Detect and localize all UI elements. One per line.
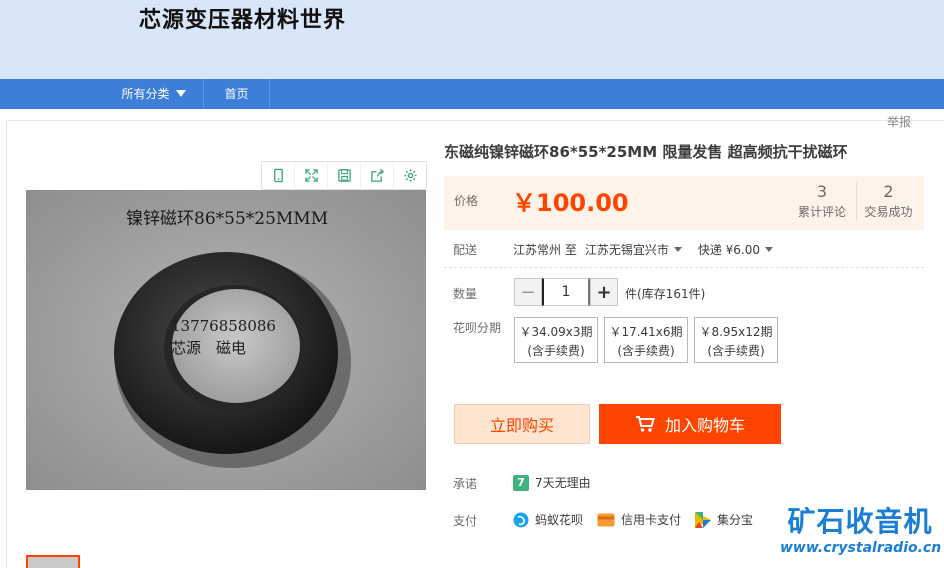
sold-stat[interactable]: 2 交易成功 bbox=[856, 182, 920, 220]
buy-now-button[interactable]: 立即购买 bbox=[454, 404, 590, 444]
add-to-cart-button[interactable]: 加入购物车 bbox=[599, 404, 781, 444]
site-watermark: 矿石收音机 www.crystalradio.cn bbox=[780, 505, 942, 558]
installment-price: ￥34.09x3期 bbox=[519, 325, 593, 339]
installment-price: ￥17.41x6期 bbox=[609, 325, 683, 339]
shop-title[interactable]: 芯源变压器材料世界 bbox=[139, 2, 346, 34]
shipping-destination-text: 江苏无锡宜兴市 bbox=[584, 243, 669, 257]
quantity-label: 数量 bbox=[453, 287, 478, 301]
image-caption: 镍锌磁环86*55*25MMM bbox=[126, 209, 329, 229]
price-value: ￥100.00 bbox=[512, 189, 629, 217]
credit-card-icon bbox=[597, 513, 615, 526]
seven-day-badge-icon: 7 bbox=[513, 474, 529, 491]
product-title: 东磁纯镍锌磁环86*55*25MM 限量发售 超高频抗干扰磁环 bbox=[444, 143, 848, 161]
payment-jifenbao-label: 集分宝 bbox=[717, 513, 754, 527]
image-overlay-phone: 13776858086 bbox=[171, 317, 276, 335]
image-toolbar bbox=[261, 161, 427, 190]
promise-label: 承诺 bbox=[453, 477, 478, 491]
payment-label: 支付 bbox=[453, 514, 478, 528]
image-thumbnail[interactable] bbox=[26, 555, 80, 568]
installment-option[interactable]: ￥34.09x3期 (含手续费) bbox=[514, 317, 598, 363]
installment-options: ￥34.09x3期 (含手续费) ￥17.41x6期 (含手续费) ￥8.95x… bbox=[514, 317, 778, 363]
settings-icon[interactable] bbox=[394, 162, 426, 189]
installment-price: ￥8.95x12期 bbox=[699, 325, 773, 339]
phone-icon[interactable] bbox=[262, 162, 295, 189]
add-to-cart-label: 加入购物车 bbox=[664, 416, 745, 435]
watermark-name: 矿石收音机 bbox=[787, 505, 933, 538]
installment-note: (含手续费) bbox=[617, 344, 675, 358]
report-link[interactable]: 举报 bbox=[887, 113, 911, 130]
shipping-method-text: 快递 ¥6.00 bbox=[697, 243, 761, 257]
shop-header: 芯源变压器材料世界 bbox=[0, 0, 944, 79]
shipping-from: 江苏常州 至 bbox=[513, 243, 577, 257]
save-icon[interactable] bbox=[328, 162, 361, 189]
reviews-label: 累计评论 bbox=[797, 205, 846, 219]
sold-label: 交易成功 bbox=[864, 205, 913, 219]
shipping-label: 配送 bbox=[453, 243, 478, 257]
shipping-method[interactable]: 快递 ¥6.00 bbox=[697, 241, 774, 258]
nav-home[interactable]: 首页 bbox=[204, 79, 270, 109]
quantity-minus-button[interactable]: − bbox=[514, 278, 542, 306]
quantity-plus-button[interactable]: + bbox=[590, 278, 618, 306]
shipping-row: 江苏常州 至 江苏无锡宜兴市 快递 ¥6.00 bbox=[513, 241, 774, 258]
divider bbox=[444, 267, 924, 268]
nav-all-categories[interactable]: 所有分类 bbox=[104, 79, 204, 109]
chevron-down-icon bbox=[765, 247, 774, 252]
payment-credit-card-label: 信用卡支付 bbox=[621, 513, 682, 527]
payment-methods: 蚂蚁花呗 信用卡支付 集分宝 bbox=[513, 511, 753, 528]
image-overlay-brand: 芯源 磁电 bbox=[171, 339, 247, 357]
reviews-count: 3 bbox=[816, 182, 828, 201]
cart-icon bbox=[635, 416, 655, 432]
huabei-icon bbox=[513, 512, 529, 527]
installment-option[interactable]: ￥17.41x6期 (含手续费) bbox=[604, 317, 688, 363]
chevron-down-icon bbox=[673, 247, 682, 252]
installment-label: 花呗分期 bbox=[453, 321, 502, 335]
promise-text: 7天无理由 bbox=[535, 476, 591, 490]
caret-down-icon bbox=[175, 90, 186, 97]
installment-note: (含手续费) bbox=[707, 344, 765, 358]
shipping-destination[interactable]: 江苏无锡宜兴市 bbox=[585, 241, 682, 258]
payment-huabei[interactable]: 蚂蚁花呗 bbox=[513, 511, 583, 528]
promise-row[interactable]: 7 7天无理由 bbox=[513, 474, 591, 491]
sold-count: 2 bbox=[883, 182, 894, 201]
quantity-input[interactable] bbox=[542, 278, 590, 306]
fullscreen-icon[interactable] bbox=[295, 162, 328, 189]
payment-huabei-label: 蚂蚁花呗 bbox=[535, 513, 584, 527]
installment-option[interactable]: ￥8.95x12期 (含手续费) bbox=[694, 317, 778, 363]
stock-info: 件(库存161件) bbox=[625, 287, 706, 301]
jifenbao-icon bbox=[695, 511, 712, 528]
payment-credit-card[interactable]: 信用卡支付 bbox=[597, 511, 681, 528]
reviews-stat[interactable]: 3 累计评论 bbox=[792, 182, 852, 220]
nav-all-categories-label: 所有分类 bbox=[121, 87, 170, 101]
product-main-image[interactable]: 镍锌磁环86*55*25MMM 13776858086 芯源 磁电 bbox=[26, 190, 426, 490]
price-box: 价格 ￥100.00 3 累计评论 2 交易成功 bbox=[444, 176, 924, 230]
quantity-stepper: − + bbox=[514, 278, 618, 306]
watermark-url: www.crystalradio.cn bbox=[780, 540, 942, 556]
price-label: 价格 bbox=[454, 194, 479, 208]
image-overlay-text: 13776858086 芯源 磁电 bbox=[171, 315, 276, 359]
payment-jifenbao[interactable]: 集分宝 bbox=[695, 511, 753, 528]
share-icon[interactable] bbox=[361, 162, 394, 189]
installment-note: (含手续费) bbox=[527, 344, 585, 358]
nav-bar: 所有分类 首页 bbox=[0, 79, 944, 109]
